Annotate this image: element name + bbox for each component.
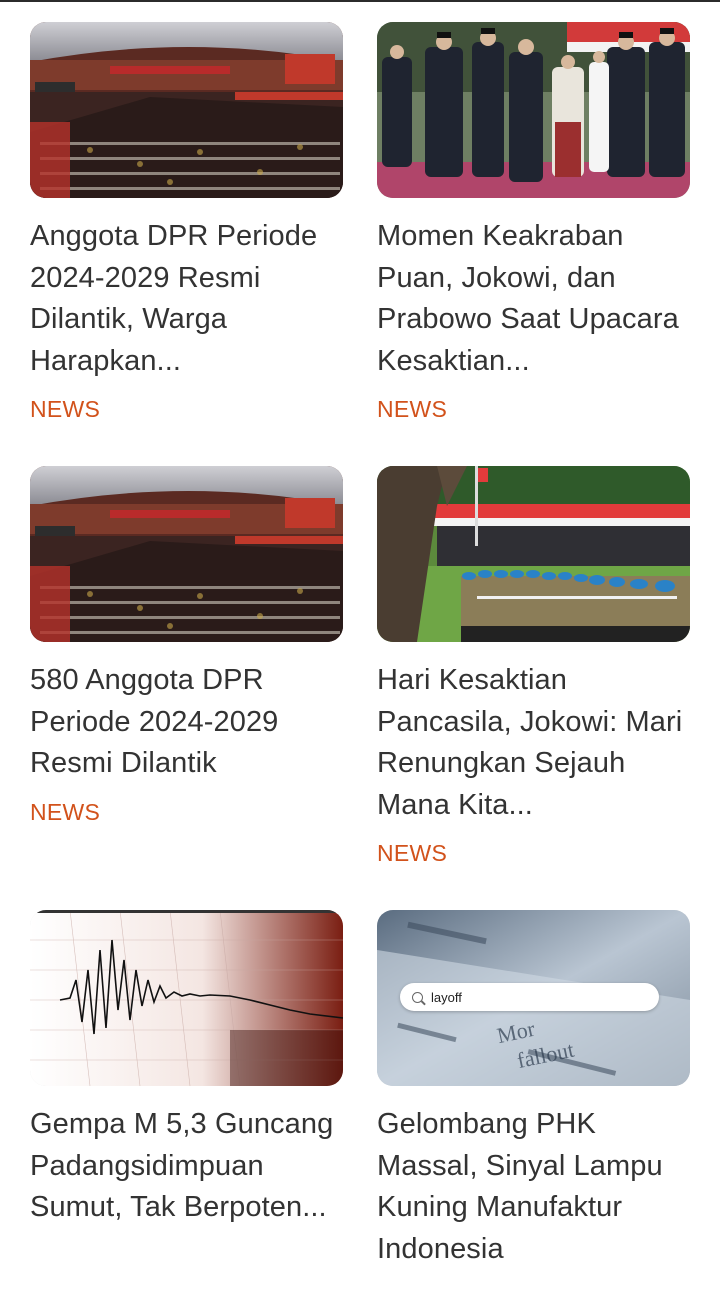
article-title[interactable]: Anggota DPR Periode 2024-2029 Resmi Dila… [30, 216, 343, 382]
article-thumbnail[interactable] [377, 22, 690, 198]
article-category[interactable]: NEWS [377, 839, 690, 867]
article-title[interactable]: Hari Kesaktian Pancasila, Jokowi: Mari R… [377, 660, 690, 826]
search-icon [412, 991, 423, 1003]
article-card[interactable]: Momen Keakraban Puan, Jokowi, dan Prabow… [377, 22, 690, 466]
article-grid: Anggota DPR Periode 2024-2029 Resmi Dila… [30, 22, 690, 1290]
article-title[interactable]: Gelombang PHK Massal, Sinyal Lampu Kunin… [377, 1104, 690, 1270]
parliament-hall-image [30, 466, 343, 642]
article-card[interactable]: Mor fallout layoff Gelombang PHK Massal,… [377, 910, 690, 1290]
search-bar-overlay: layoff [400, 983, 659, 1011]
article-category[interactable]: NEWS [30, 798, 343, 826]
seismograph-image [30, 910, 343, 1086]
article-card[interactable]: 580 Anggota DPR Periode 2024-2029 Resmi … [30, 466, 343, 910]
article-title[interactable]: 580 Anggota DPR Periode 2024-2029 Resmi … [30, 660, 343, 785]
article-thumbnail[interactable] [30, 22, 343, 198]
article-thumbnail[interactable] [30, 466, 343, 642]
officials-ceremony-image [377, 22, 690, 198]
parliament-hall-image [30, 22, 343, 198]
article-title[interactable]: Momen Keakraban Puan, Jokowi, dan Prabow… [377, 216, 690, 382]
top-divider [0, 0, 720, 2]
article-card[interactable]: Gempa M 5,3 Guncang Padangsidimpuan Sumu… [30, 910, 343, 1290]
article-title[interactable]: Gempa M 5,3 Guncang Padangsidimpuan Sumu… [30, 1104, 343, 1229]
article-category[interactable]: NEWS [377, 395, 690, 423]
military-parade-image [377, 466, 690, 642]
article-category[interactable]: NEWS [30, 395, 343, 423]
article-thumbnail[interactable] [377, 466, 690, 642]
article-thumbnail[interactable]: Mor fallout layoff [377, 910, 690, 1086]
article-thumbnail[interactable] [30, 910, 343, 1086]
article-card[interactable]: Anggota DPR Periode 2024-2029 Resmi Dila… [30, 22, 343, 466]
search-overlay-text: layoff [431, 989, 462, 1005]
article-card[interactable]: Hari Kesaktian Pancasila, Jokowi: Mari R… [377, 466, 690, 910]
